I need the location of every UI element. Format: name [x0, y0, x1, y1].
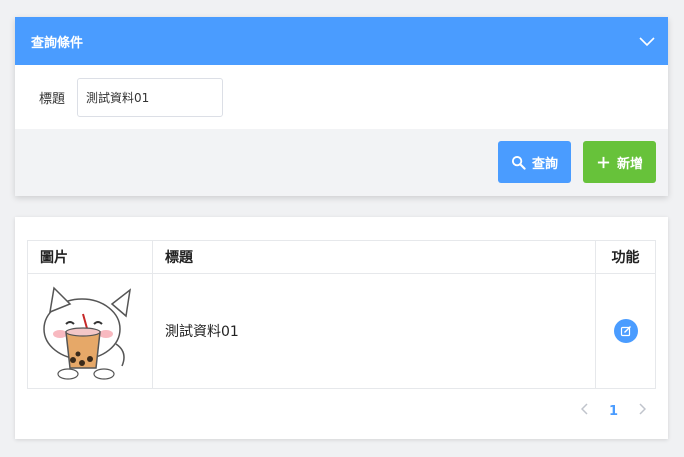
search-button-label: 查詢: [531, 156, 558, 172]
edit-button[interactable]: [613, 319, 638, 343]
title-field-label: 標題: [39, 91, 66, 107]
row-action-cell: [595, 273, 656, 389]
column-header-image: 圖片: [27, 240, 153, 274]
query-panel: 查詢條件 標題 查詢 新增: [15, 17, 668, 196]
bubble-tea-cat-image: [43, 286, 132, 380]
results-table: 圖片 標題 功能 測試資料01: [27, 240, 656, 389]
pagination: 1: [580, 403, 647, 419]
row-title-cell: 測試資料01: [152, 273, 596, 389]
add-button-label: 新增: [616, 156, 643, 172]
column-header-function: 功能: [595, 240, 656, 274]
page-number-current[interactable]: 1: [609, 404, 618, 419]
title-input[interactable]: [77, 77, 223, 117]
table-row: 測試資料01: [27, 273, 656, 389]
query-panel-title: 查詢條件: [31, 35, 84, 51]
add-button[interactable]: 新增: [583, 141, 656, 183]
column-header-title: 標題: [152, 240, 596, 274]
chevron-down-icon[interactable]: [638, 32, 656, 50]
row-image-cell: [27, 273, 153, 389]
search-button[interactable]: 查詢: [498, 141, 571, 183]
chevron-right-icon[interactable]: [638, 403, 647, 419]
query-panel-header[interactable]: 查詢條件: [15, 17, 668, 65]
plus-icon: [597, 156, 610, 168]
chevron-left-icon[interactable]: [580, 403, 589, 419]
table-header-row: 圖片 標題 功能: [27, 240, 656, 274]
results-panel: 圖片 標題 功能 測試資料01 1: [15, 217, 668, 439]
action-bar: 查詢 新增: [15, 129, 668, 196]
query-form-row: 標題: [15, 65, 668, 129]
search-icon: [511, 155, 526, 170]
edit-icon: [620, 326, 631, 337]
